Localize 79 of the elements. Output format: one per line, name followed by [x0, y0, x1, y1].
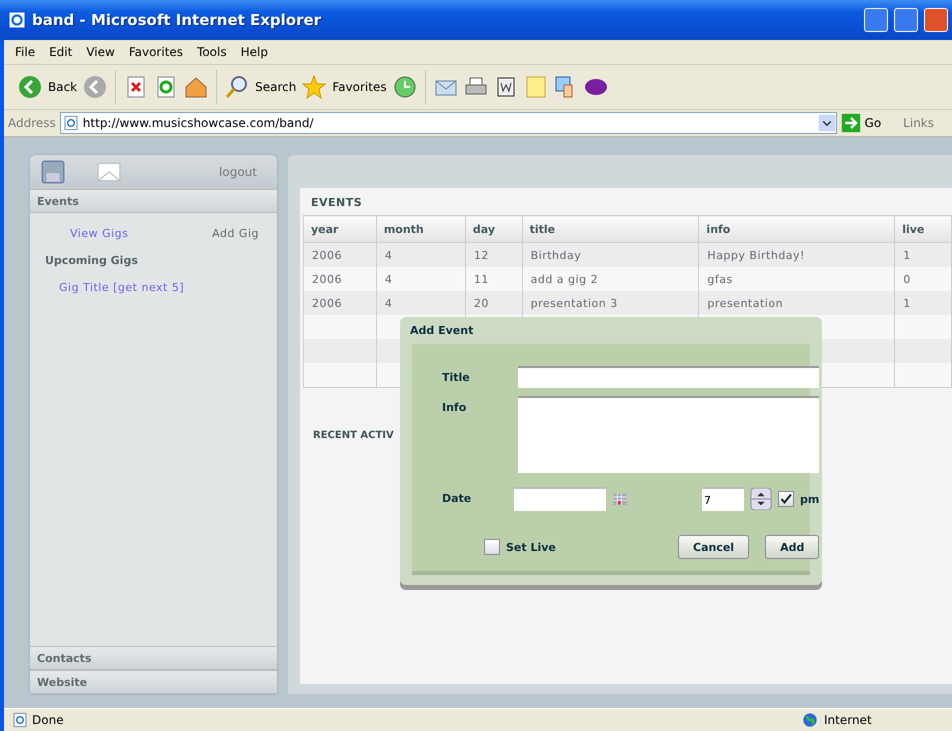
sidebar-link[interactable]: View Gigs	[70, 227, 128, 240]
column-header[interactable]: info	[698, 216, 895, 242]
address-field[interactable]: http://www.musicshowcase.com/band/	[60, 112, 837, 134]
menu-item[interactable]: View	[79, 43, 122, 61]
dialog-title: Add Event	[409, 323, 474, 339]
table-cell: 2006	[304, 267, 376, 291]
field-label: Date	[442, 491, 472, 507]
maximize-button[interactable]	[894, 8, 918, 32]
window-title: band - Microsoft Internet Explorer	[32, 11, 322, 29]
section-header[interactable]: Events	[30, 189, 277, 213]
spinner-icon	[750, 488, 772, 510]
table-cell: Birthday	[522, 242, 699, 267]
back-label[interactable]: Back	[48, 80, 78, 94]
table-cell: 0	[894, 267, 952, 291]
zone-text: Internet	[824, 713, 872, 727]
go-button[interactable]: Go	[864, 116, 882, 130]
column-header[interactable]: year	[304, 216, 376, 242]
search-label[interactable]: Search	[255, 80, 296, 94]
field-label: Title	[442, 370, 471, 386]
menu-item[interactable]: Favorites	[122, 43, 190, 61]
column-header[interactable]: live	[894, 216, 952, 242]
table-cell: gfas	[698, 267, 895, 291]
checkmark-icon	[780, 493, 792, 505]
close-button[interactable]	[924, 8, 948, 32]
panel-heading: EVENTS	[310, 196, 364, 209]
checkbox-label: Set Live	[506, 540, 556, 554]
table-cell: 1	[894, 242, 952, 267]
field-label: Info	[442, 400, 468, 416]
dialog-button[interactable]: Add	[765, 535, 820, 559]
table-cell: 12	[465, 242, 522, 267]
dialog-button[interactable]: Cancel	[678, 535, 750, 559]
subheading: Upcoming Gigs	[45, 254, 139, 267]
dropdown-icon	[818, 114, 836, 132]
table-cell: 1	[894, 291, 952, 315]
menu-item[interactable]: Tools	[190, 43, 234, 61]
table-cell: 4	[376, 267, 466, 291]
favorites-label[interactable]: Favorites	[332, 80, 387, 94]
sidebar-link[interactable]: Add Gig	[212, 227, 259, 240]
table-cell: presentation 3	[522, 291, 699, 315]
star-icon	[302, 75, 326, 99]
menu-item[interactable]: File	[8, 43, 42, 61]
status-text: Done	[32, 713, 64, 727]
info-field[interactable]	[518, 396, 820, 473]
menu-item[interactable]: Edit	[42, 43, 80, 61]
table-cell: 2006	[304, 291, 376, 315]
title-field[interactable]	[518, 366, 820, 388]
globe-icon	[802, 712, 818, 728]
date-field[interactable]	[514, 487, 606, 511]
checkbox-label: pm	[800, 492, 820, 506]
table-cell: 2006	[304, 242, 376, 267]
note-icon	[524, 75, 548, 99]
section-header[interactable]: Contacts	[30, 646, 277, 670]
browser-icon	[8, 11, 26, 29]
gig-link[interactable]: Gig Title [get next 5]	[45, 281, 259, 294]
search-icon	[225, 75, 250, 99]
table-cell: add a gig 2	[522, 267, 699, 291]
address-label: Address	[8, 116, 56, 130]
page-icon	[12, 712, 28, 728]
set-live-checkbox[interactable]	[484, 539, 500, 555]
section-header[interactable]: Website	[30, 670, 277, 694]
table-cell: 20	[465, 291, 522, 315]
pm-checkbox[interactable]	[778, 491, 794, 507]
hour-field[interactable]: 7	[702, 487, 744, 511]
page-icon	[62, 115, 79, 131]
history-icon	[392, 75, 417, 99]
calendar-icon	[612, 491, 628, 507]
column-header[interactable]: day	[465, 216, 522, 242]
table-cell: Happy Birthday!	[698, 242, 895, 267]
column-header[interactable]: month	[376, 216, 466, 242]
minimize-button[interactable]	[864, 8, 888, 32]
home-icon	[184, 75, 208, 99]
table-cell: presentation	[698, 291, 895, 315]
table-cell: 4	[376, 291, 466, 315]
table-cell: 11	[465, 267, 522, 291]
table-cell: 4	[376, 242, 466, 267]
links-label[interactable]: Links	[903, 116, 934, 130]
panel-heading: RECENT ACTIV	[312, 430, 395, 441]
menu-item[interactable]: Help	[234, 43, 275, 61]
column-header[interactable]: title	[522, 216, 699, 242]
